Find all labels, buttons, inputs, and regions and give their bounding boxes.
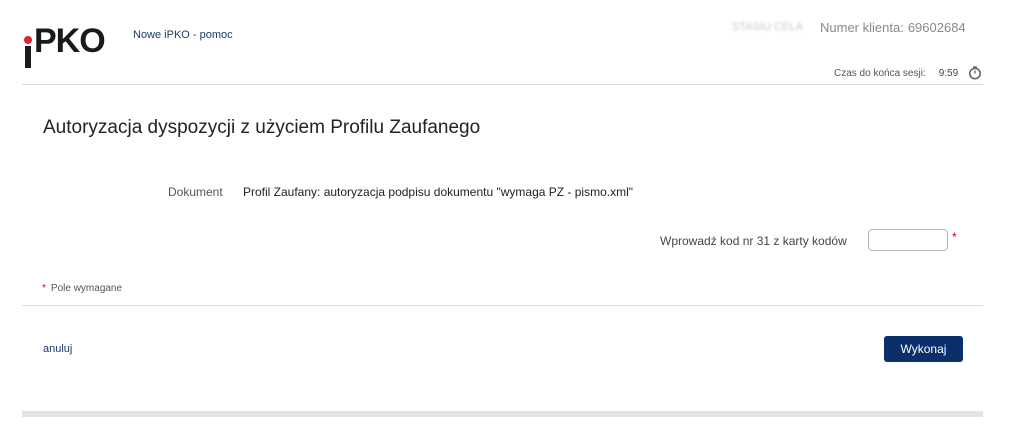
footer-bar [22, 411, 983, 417]
page-title: Autoryzacja dyspozycji z użyciem Profilu… [43, 117, 481, 138]
client-number-info: Numer klienta: 69602684 [820, 20, 966, 35]
form-divider [22, 305, 983, 306]
code-field-label: Wprowadź kod nr 31 z karty kodów [660, 234, 847, 248]
client-number-value: 69602684 [907, 20, 966, 35]
session-label: Czas do końca sesji: [834, 67, 926, 79]
session-timer: Czas do końca sesji: 9:59 [834, 66, 982, 80]
user-name: STASIU CELA [732, 21, 803, 33]
submit-button[interactable]: Wykonaj [884, 336, 963, 362]
required-note-text: Pole wymagane [50, 283, 123, 294]
logo-i-mark [24, 36, 32, 68]
code-input[interactable] [868, 229, 948, 251]
required-note-star: * [42, 283, 46, 294]
logo-text: PKO [34, 22, 106, 60]
document-value: Profil Zaufany: autoryzacja podpisu doku… [243, 185, 634, 199]
required-star: * [952, 230, 957, 244]
required-note: * Pole wymagane [42, 283, 122, 294]
header-divider [22, 84, 983, 85]
client-number-label: Numer klienta: [820, 20, 904, 35]
cancel-link[interactable]: anuluj [43, 343, 72, 355]
help-link[interactable]: Nowe iPKO - pomoc [133, 29, 233, 41]
document-label: Dokument [168, 185, 223, 199]
ipko-logo[interactable]: PKO [24, 22, 106, 68]
session-time: 9:59 [938, 67, 959, 79]
timer-icon[interactable] [968, 66, 982, 80]
